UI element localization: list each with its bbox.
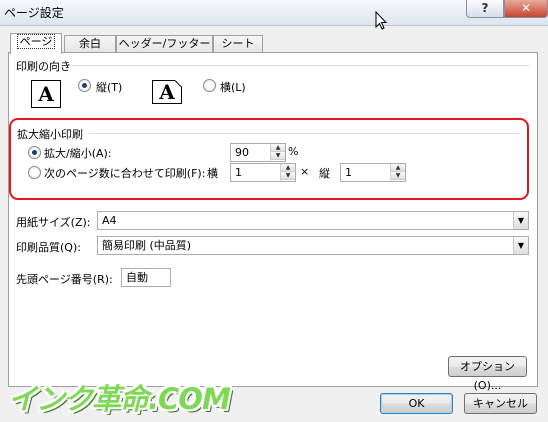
- help-button[interactable]: ?: [466, 0, 504, 18]
- percent-unit-label: %: [288, 145, 299, 158]
- landscape-label[interactable]: 横(L): [220, 79, 246, 95]
- tab-page-label: ページ: [16, 34, 56, 49]
- window-title: ページ設定: [4, 6, 64, 20]
- paper-size-select[interactable]: A4 ▼: [97, 211, 529, 230]
- cancel-button[interactable]: キャンセル: [464, 393, 537, 414]
- pages-tall-field[interactable]: 1 ▲ ▼: [340, 163, 406, 182]
- tab-page[interactable]: ページ: [10, 33, 62, 54]
- pages-wide-spinner[interactable]: ▲ ▼: [280, 164, 295, 181]
- tab-header-footer[interactable]: ヘッダー/フッター: [116, 35, 213, 53]
- first-page-number-input[interactable]: 自動: [121, 268, 171, 287]
- pages-tall-spinner[interactable]: ▲ ▼: [390, 164, 405, 181]
- times-symbol: ×: [300, 165, 310, 178]
- scaling-divider: [89, 133, 521, 134]
- pages-wide-value: 1: [235, 166, 242, 179]
- paper-size-label: 用紙サイズ(Z):: [16, 216, 91, 229]
- landscape-paper-icon: A: [152, 80, 182, 104]
- portrait-paper-icon: A: [31, 80, 61, 108]
- print-quality-value: 簡易印刷 (中品質): [102, 239, 192, 252]
- tab-margins[interactable]: 余白: [64, 35, 116, 53]
- close-button[interactable]: ✕: [504, 0, 548, 18]
- chevron-down-icon[interactable]: ▼: [513, 212, 528, 229]
- chevron-down-icon[interactable]: ▼: [513, 237, 528, 254]
- pages-tall-label: 縦: [319, 167, 330, 180]
- ok-button[interactable]: OK: [380, 393, 453, 414]
- orientation-divider: [72, 65, 530, 66]
- portrait-radio[interactable]: [78, 79, 91, 92]
- mouse-cursor-icon: [375, 11, 388, 30]
- ink-kakumei-logo: インク革命.COM: [8, 382, 231, 416]
- first-page-number-label: 先頭ページ番号(R):: [16, 273, 113, 286]
- print-quality-label: 印刷品質(Q):: [16, 241, 81, 254]
- title-bar: ページ設定 ? ✕: [0, 0, 548, 26]
- landscape-radio[interactable]: [203, 79, 216, 92]
- scaling-group-title: 拡大縮小印刷: [17, 128, 83, 141]
- tab-sheet[interactable]: シート: [213, 35, 263, 53]
- pages-tall-value: 1: [345, 166, 352, 179]
- landscape-icon-letter: A: [159, 80, 175, 104]
- orientation-group-title: 印刷の向き: [16, 60, 71, 73]
- portrait-icon-letter: A: [38, 82, 54, 106]
- options-button[interactable]: オプション(O)...: [448, 356, 527, 392]
- adjust-percent-field[interactable]: 90 ▲ ▼: [230, 143, 286, 162]
- pages-wide-field[interactable]: 1 ▲ ▼: [230, 163, 296, 182]
- portrait-label[interactable]: 縦(T): [96, 79, 122, 95]
- paper-size-value: A4: [102, 214, 117, 227]
- adjust-percent-value: 90: [235, 146, 249, 159]
- fit-to-label[interactable]: 次のページ数に合わせて印刷(F):: [44, 165, 205, 181]
- print-quality-select[interactable]: 簡易印刷 (中品質) ▼: [97, 236, 529, 255]
- pages-wide-label: 横: [207, 167, 218, 180]
- adjust-to-radio[interactable]: [28, 146, 41, 159]
- adjust-to-label[interactable]: 拡大/縮小(A):: [44, 145, 112, 161]
- fit-to-radio[interactable]: [28, 166, 41, 179]
- adjust-percent-spinner[interactable]: ▲ ▼: [270, 144, 285, 161]
